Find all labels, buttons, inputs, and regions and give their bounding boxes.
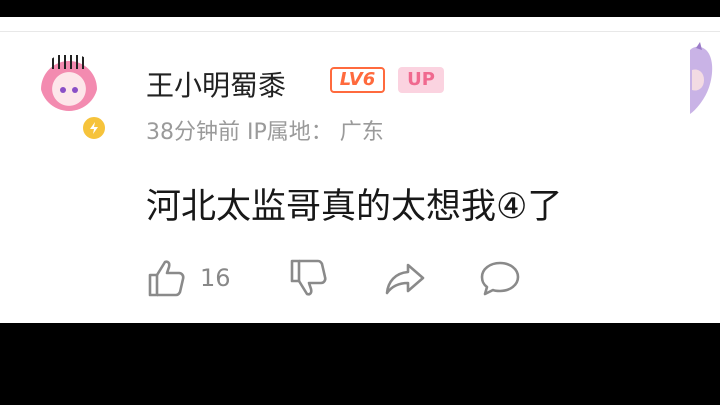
avatar[interactable] [40,53,98,111]
comment-actions: 16 [146,257,566,299]
top-black-bar [0,0,720,17]
like-button[interactable]: 16 [146,257,231,299]
divider [0,31,720,32]
share-button[interactable] [383,257,427,299]
dislike-button[interactable] [288,257,330,299]
comment-meta: 38分钟前 IP属地： 广东 [146,114,384,146]
ip-label: IP属地： [247,120,333,145]
comment-icon [480,261,520,296]
comment-text: 河北太监哥真的太想我④了 [146,187,563,227]
partial-avatar-image [686,40,720,120]
thumbs-down-icon [290,259,327,296]
share-icon [385,263,425,295]
like-count: 16 [200,264,231,292]
reply-button[interactable] [478,257,522,299]
lightning-badge-icon [81,115,107,141]
bottom-black-bar [0,323,720,405]
avatar-image [40,53,98,111]
timestamp: 38分钟前 [146,120,240,145]
up-badge: UP [398,67,444,93]
ip-location: 广东 [339,120,384,145]
thumbs-up-icon [148,260,185,297]
level-badge: LV6 [330,67,385,93]
username[interactable]: 王小明蜀黍 [146,64,286,104]
